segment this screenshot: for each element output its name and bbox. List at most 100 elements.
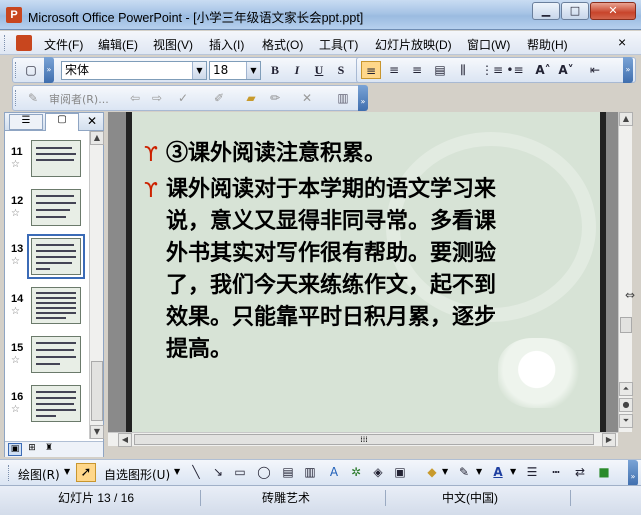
scroll-down-icon[interactable]: ▼	[90, 425, 104, 439]
slide-thumbnail[interactable]	[31, 287, 81, 324]
menu-grip[interactable]	[4, 35, 7, 51]
menu-edit[interactable]: 编辑(E)	[98, 36, 138, 53]
next-change-icon[interactable]: ⇨	[147, 89, 167, 107]
minimize-button[interactable]: ▁	[532, 2, 560, 20]
slide-text-line[interactable]: ③课外阅读注意积累。	[166, 138, 386, 168]
font-name-select[interactable]: 宋体 ▼	[61, 61, 207, 80]
slide-canvas[interactable]: ϒ ③课外阅读注意积累。 ϒ 课外阅读对于本学期的语文学习来 说，意义又显得非同…	[126, 112, 606, 432]
normal-view-icon[interactable]: ▣	[8, 443, 22, 456]
edit-comment-icon[interactable]: ✐	[209, 89, 229, 107]
align-left-icon[interactable]: ≡	[361, 61, 381, 79]
slide-text-line[interactable]: 效果。只能靠平时日积月累，逐步	[166, 302, 496, 332]
menu-slideshow[interactable]: 幻灯片放映(D)	[375, 36, 452, 53]
slide-horizontal-scrollbar[interactable]: ◀ ⁞⁞⁞ ▶	[108, 432, 618, 447]
fill-color-icon[interactable]: ◆	[422, 463, 442, 481]
slideshow-view-icon[interactable]: ♜	[42, 443, 56, 456]
select-objects-icon[interactable]: ➚	[76, 463, 96, 482]
reviewing-pane-icon[interactable]: ▥	[333, 89, 353, 107]
toolbar-grip[interactable]	[8, 465, 11, 481]
toolbar-options-chevron[interactable]: »	[628, 460, 638, 486]
chevron-down-icon[interactable]: ▼	[174, 467, 180, 476]
line-style-icon[interactable]: ☰	[522, 463, 542, 481]
autoshapes-button[interactable]: 自选图形(U)	[104, 466, 170, 483]
toolbar-options-chevron[interactable]: »	[623, 57, 633, 83]
toolbar-options-chevron[interactable]: »	[358, 85, 368, 111]
slide-text-line[interactable]: 外书其实对写作很有帮助。要测验	[166, 238, 496, 268]
toolbar-grip[interactable]	[15, 90, 18, 106]
scroll-thumb[interactable]	[620, 317, 632, 333]
next-slide-icon[interactable]: ⏷	[619, 414, 633, 428]
menu-insert[interactable]: 插入(I)	[209, 36, 244, 53]
bullets-icon[interactable]: •≡	[505, 61, 525, 79]
outline-tab[interactable]: ☰	[9, 114, 43, 130]
toolbar-options-chevron[interactable]: »	[44, 57, 54, 83]
arrow-style-icon[interactable]: ⇄	[570, 463, 590, 481]
align-right-icon[interactable]: ≡	[407, 61, 427, 79]
scroll-up-icon[interactable]: ▲	[90, 131, 104, 145]
bold-button[interactable]: B	[265, 61, 285, 79]
slides-tab[interactable]: ▢	[45, 113, 79, 131]
chevron-down-icon[interactable]: ▼	[442, 467, 448, 476]
dash-style-icon[interactable]: ┅	[546, 463, 566, 481]
chevron-down-icon[interactable]: ▼	[246, 62, 260, 79]
slide-text-line[interactable]: 了，我们今天来练练作文，起不到	[166, 270, 496, 300]
insert-comment-icon[interactable]: ▰	[241, 89, 261, 107]
italic-button[interactable]: I	[287, 61, 307, 79]
numbering-icon[interactable]: ⋮≡	[481, 61, 503, 79]
maximize-button[interactable]: □	[561, 2, 589, 20]
scroll-right-icon[interactable]: ▶	[602, 433, 616, 447]
slide-vertical-scrollbar[interactable]: ▲ ⏶ ● ⏷	[618, 112, 633, 432]
slide-thumbnail[interactable]	[31, 189, 81, 226]
shadow-button[interactable]: S	[331, 61, 351, 79]
scroll-left-icon[interactable]: ◀	[118, 433, 132, 447]
menu-file[interactable]: 文件(F)	[44, 36, 83, 53]
toolbar-grip[interactable]	[15, 62, 18, 78]
shadow-style-icon[interactable]: ■	[594, 463, 614, 481]
underline-button[interactable]: U	[309, 61, 329, 79]
slide-text-line[interactable]: 课外阅读对于本学期的语文学习来	[166, 174, 496, 204]
text-box-icon[interactable]: ▤	[278, 463, 298, 481]
decrease-font-icon[interactable]: A˅	[556, 61, 576, 79]
scroll-up-icon[interactable]: ▲	[619, 112, 633, 126]
slide-thumbnail[interactable]	[31, 140, 81, 177]
slide-text-line[interactable]: 说，意义又显得非同寻常。多看课	[166, 206, 496, 236]
arrow-icon[interactable]: ↘	[208, 463, 228, 481]
powerpoint-app-icon[interactable]: P	[6, 7, 22, 23]
slide-thumbnail[interactable]	[31, 385, 81, 422]
document-icon[interactable]	[16, 35, 32, 51]
oval-icon[interactable]: ◯	[254, 463, 274, 481]
vertical-text-box-icon[interactable]: ▥	[300, 463, 320, 481]
edit-icon[interactable]: ✏	[265, 89, 285, 107]
distribute-icon[interactable]: ▤	[430, 61, 450, 79]
scroll-thumb[interactable]	[91, 361, 103, 421]
slide-text-line[interactable]: 提高。	[166, 334, 232, 364]
picture-icon[interactable]: ▣	[390, 463, 410, 481]
menu-help[interactable]: 帮助(H)	[527, 36, 568, 53]
scroll-thumb[interactable]: ⁞⁞⁞	[134, 434, 594, 445]
close-document-icon[interactable]: ×	[618, 34, 626, 50]
markup-icon[interactable]: ✎	[23, 89, 43, 107]
chevron-down-icon[interactable]: ▼	[476, 467, 482, 476]
slide-thumbnail[interactable]	[31, 238, 81, 275]
draw-menu-button[interactable]: 绘图(R)	[18, 466, 60, 483]
indent-icon[interactable]: ⇤	[585, 61, 605, 79]
close-pane-icon[interactable]: ✕	[87, 114, 97, 128]
menu-format[interactable]: 格式(O)	[262, 36, 303, 53]
font-color-icon[interactable]: A	[488, 463, 508, 481]
slide-thumbnail[interactable]	[31, 336, 81, 373]
thumbnails-scrollbar[interactable]: ▲ ▼	[89, 131, 104, 439]
line-color-icon[interactable]: ✎	[454, 463, 474, 481]
apply-change-icon[interactable]: ✓	[173, 89, 193, 107]
wordart-icon[interactable]: A	[324, 463, 344, 481]
increase-font-icon[interactable]: A˄	[533, 61, 553, 79]
menu-window[interactable]: 窗口(W)	[467, 36, 510, 53]
previous-change-icon[interactable]: ⇦	[125, 89, 145, 107]
previous-slide-icon[interactable]: ⏶	[619, 382, 633, 396]
chevron-down-icon[interactable]: ▼	[64, 467, 70, 476]
chevron-down-icon[interactable]: ▼	[192, 62, 206, 79]
line-icon[interactable]: ╲	[186, 463, 206, 481]
new-document-icon[interactable]: ▢	[21, 61, 41, 79]
diagram-icon[interactable]: ✲	[346, 463, 366, 481]
reviewer-button[interactable]: 审阅者(R)...	[49, 91, 109, 107]
chevron-down-icon[interactable]: ▼	[510, 467, 516, 476]
